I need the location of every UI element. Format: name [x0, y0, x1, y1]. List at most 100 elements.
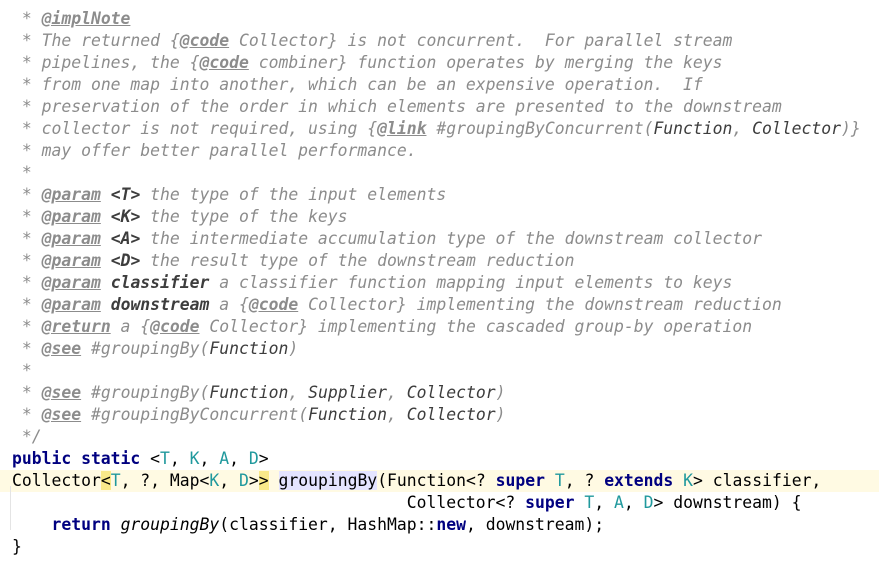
code-token: K [209, 471, 220, 490]
comment-star: * [12, 251, 42, 270]
comment-star: * [12, 97, 42, 116]
code-token: <A> [110, 229, 141, 248]
code-token: #groupingBy( [81, 383, 210, 402]
code-token: ) [495, 405, 506, 424]
line-content: * @see #groupingBy(Function, Supplier, C… [12, 382, 506, 404]
code-token: > classifier, [693, 471, 822, 490]
comment-star: * [12, 361, 32, 380]
code-token: > [258, 449, 269, 468]
code-token: , [229, 449, 249, 468]
code-token: , [199, 449, 220, 468]
line-content: * @param downstream a {@code Collector} … [12, 294, 782, 316]
code-token: Function [653, 119, 733, 138]
code-token: groupingBy [278, 471, 378, 490]
code-token: @code [150, 317, 200, 336]
code-line[interactable]: * @implNote [0, 8, 879, 30]
code-token: , [288, 383, 309, 402]
code-token: @link [377, 119, 427, 138]
code-token: <K> [110, 207, 141, 226]
code-line[interactable]: * @param <T> the type of the input eleme… [0, 184, 879, 206]
code-token: < [150, 449, 161, 468]
line-content: Collector<T, ?, Map<K, D>> groupingBy(Fu… [12, 470, 821, 492]
code-line[interactable]: * preservation of the order in which ele… [0, 96, 879, 118]
comment-star: * [12, 383, 42, 402]
code-token: #groupingByConcurrent( [81, 405, 309, 424]
code-token: @see [41, 383, 82, 402]
code-line[interactable]: Collector<? super T, A, D> downstream) { [0, 492, 879, 514]
code-token: (classifier, HashMap:: [219, 515, 437, 534]
comment-star: * [12, 405, 42, 424]
code-token: } [12, 537, 22, 556]
code-line[interactable]: * [0, 162, 879, 184]
code-editor[interactable]: * @implNote * The returned {@code Collec… [0, 0, 879, 566]
code-line[interactable]: */ [0, 426, 879, 448]
code-token: may offer better parallel performance. [41, 141, 417, 160]
code-token: Collector} implementing the downstream r… [298, 295, 782, 314]
code-token: Function [209, 339, 289, 358]
line-content: * pipelines, the {@code combiner} functi… [12, 52, 723, 74]
code-line[interactable]: * collector is not required, using {@lin… [0, 118, 879, 140]
code-line[interactable]: * @param classifier a classifier functio… [0, 272, 879, 294]
code-token: #groupingBy( [81, 339, 210, 358]
code-token: @return [41, 317, 111, 336]
code-line[interactable]: * The returned {@code Collector} is not … [0, 30, 879, 52]
line-content: * The returned {@code Collector} is not … [12, 30, 733, 52]
code-token: Function [308, 405, 388, 424]
code-line[interactable]: * pipelines, the {@code combiner} functi… [0, 52, 879, 74]
code-token: , [387, 405, 407, 424]
code-token: combiner} function operates by merging t… [248, 53, 723, 72]
code-line[interactable]: } [0, 536, 879, 558]
code-token: , [219, 471, 239, 490]
code-token: super [525, 493, 585, 512]
code-token: , downstream); [465, 515, 605, 534]
code-line[interactable]: * [0, 360, 879, 382]
line-content: * @param <D> the result type of the down… [12, 250, 575, 272]
code-line[interactable]: * @param <K> the type of the keys [0, 206, 879, 228]
line-content: * @return a {@code Collector} implementi… [12, 316, 752, 338]
code-line[interactable]: * from one map into another, which can b… [0, 74, 879, 96]
line-content: * @implNote [12, 8, 131, 30]
code-token: <T> [110, 185, 141, 204]
code-token: @param [41, 185, 101, 204]
comment-star: * [12, 273, 42, 292]
code-line[interactable]: * may offer better parallel performance. [0, 140, 879, 162]
code-token: public static [12, 449, 151, 468]
code-token: Collector [406, 383, 496, 402]
code-line[interactable]: * @see #groupingBy(Function) [0, 338, 879, 360]
code-line[interactable]: return groupingBy(classifier, HashMap::n… [0, 514, 879, 536]
code-token: the result type of the downstream reduct… [140, 251, 575, 270]
code-line[interactable]: * @see #groupingBy(Function, Supplier, C… [0, 382, 879, 404]
line-content: * @param <A> the intermediate accumulati… [12, 228, 762, 250]
code-line[interactable]: Collector<T, ?, Map<K, D>> groupingBy(Fu… [0, 470, 879, 492]
line-content: * @see #groupingBy(Function) [12, 338, 298, 360]
line-content: */ [12, 426, 42, 448]
code-token: @param [41, 273, 101, 292]
code-line[interactable]: * @param downstream a {@code Collector} … [0, 294, 879, 316]
code-token: > [258, 471, 269, 490]
code-line[interactable]: * @see #groupingByConcurrent(Function, C… [0, 404, 879, 426]
line-content: * [12, 360, 32, 382]
code-line[interactable]: * @param <D> the result type of the down… [0, 250, 879, 272]
code-token: D [248, 449, 259, 468]
comment-star: * [12, 339, 42, 358]
code-token: Collector} implementing the cascaded gro… [199, 317, 753, 336]
code-token: @param [41, 207, 101, 226]
code-token: , [623, 493, 644, 512]
line-content: * @param classifier a classifier functio… [12, 272, 733, 294]
code-token: #groupingByConcurrent( [426, 119, 654, 138]
code-line[interactable]: * @param <A> the intermediate accumulati… [0, 228, 879, 250]
line-content: * @param <T> the type of the input eleme… [12, 184, 446, 206]
code-token: the type of the input elements [140, 185, 447, 204]
code-token: @code [199, 53, 249, 72]
code-line[interactable]: * @return a {@code Collector} implementi… [0, 316, 879, 338]
code-token: , ? [564, 471, 605, 490]
code-token: Supplier [308, 383, 388, 402]
line-content: * may offer better parallel performance. [12, 140, 417, 162]
code-line[interactable]: public static <T, K, A, D> [0, 448, 879, 470]
